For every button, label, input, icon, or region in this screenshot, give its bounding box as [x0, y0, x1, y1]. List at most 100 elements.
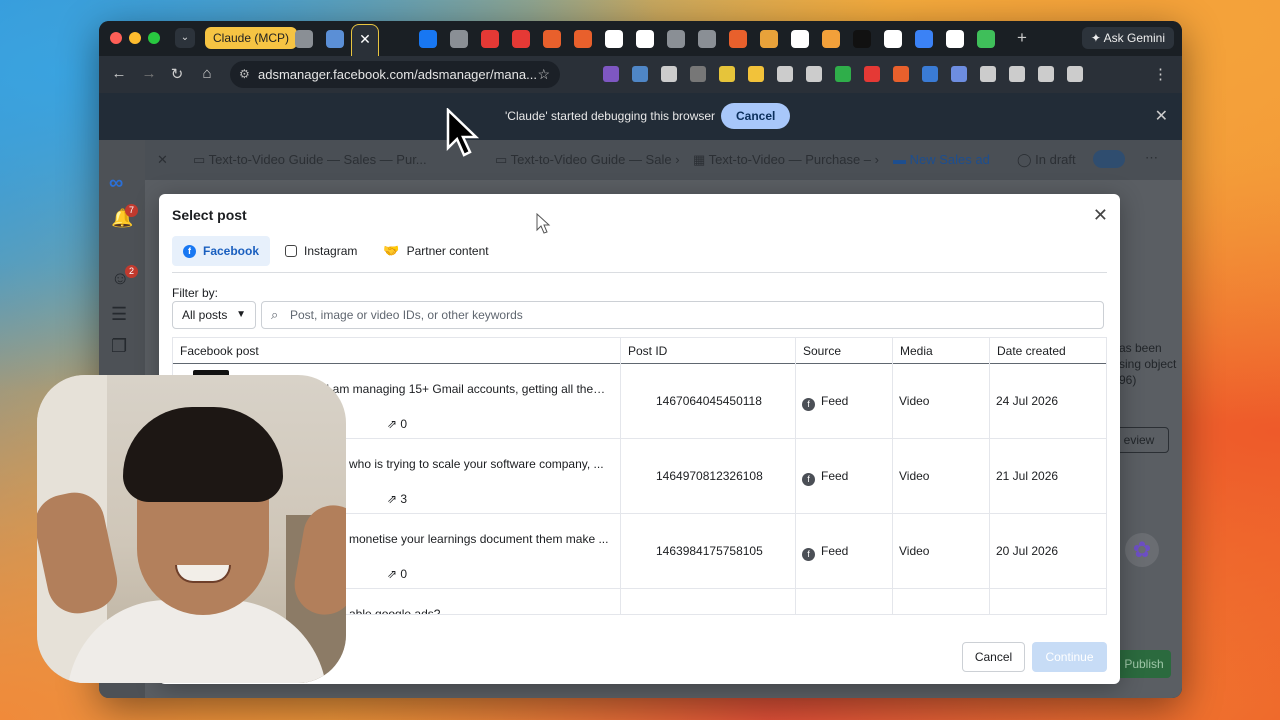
- extension-icon[interactable]: [980, 66, 996, 82]
- date-cell: 21 Jul 2026: [990, 439, 1106, 513]
- tab-favicon-icon[interactable]: [450, 30, 468, 48]
- extension-icon[interactable]: [632, 66, 648, 82]
- filter-label: Filter by:: [172, 286, 219, 300]
- ask-gemini-button[interactable]: ✦ Ask Gemini: [1081, 27, 1174, 49]
- post-id-cell: 1463984175758105: [621, 514, 796, 588]
- breadcrumb-adset[interactable]: ▦ Text-to-Video — Purchase – ›: [693, 152, 879, 168]
- side-text-2: sing object: [1119, 357, 1177, 371]
- close-window-button[interactable]: [110, 32, 122, 44]
- tab-favicon-icon[interactable]: [946, 30, 964, 48]
- home-icon[interactable]: ⌂: [197, 65, 217, 82]
- share-count: ⇗ 0: [387, 417, 407, 431]
- column-date-created[interactable]: Date created: [990, 338, 1106, 364]
- extension-icon[interactable]: [1038, 66, 1054, 82]
- back-icon[interactable]: ←: [109, 65, 129, 82]
- extension-icon[interactable]: [864, 66, 880, 82]
- new-tab-button[interactable]: +: [1017, 28, 1027, 48]
- share-icon: ⇗: [387, 567, 398, 581]
- column-facebook-post[interactable]: Facebook post: [173, 338, 621, 364]
- breadcrumb-ad[interactable]: ▬ New Sales ad: [893, 152, 990, 167]
- extension-icon[interactable]: [603, 66, 619, 82]
- extension-icon[interactable]: [893, 66, 909, 82]
- post-id-cell: 1464970812326108: [621, 439, 796, 513]
- tab-close-icon[interactable]: ✕: [351, 24, 379, 56]
- tab-instagram[interactable]: Instagram: [274, 236, 368, 266]
- maximize-window-button[interactable]: [148, 32, 160, 44]
- tab-favicon-icon[interactable]: [543, 30, 561, 48]
- share-count: ⇗ 3: [387, 492, 407, 506]
- tab-favicon-icon[interactable]: [853, 30, 871, 48]
- source-value-wrap: f Feed: [802, 394, 848, 411]
- breadcrumb-campaign[interactable]: ▭ Text-to-Video Guide — Sales — Pur...: [193, 152, 427, 168]
- breadcrumb-campaign-2[interactable]: ▭ Text-to-Video Guide — Sale ›: [495, 152, 680, 168]
- address-bar[interactable]: ⚙ adsmanager.facebook.com/adsmanager/man…: [230, 61, 560, 88]
- tab-favicon-icon[interactable]: [605, 30, 623, 48]
- tab-favicon-icon[interactable]: [512, 30, 530, 48]
- tab-favicon-icon[interactable]: [636, 30, 654, 48]
- modal-close-icon[interactable]: ✕: [1093, 205, 1108, 226]
- tab-facebook[interactable]: f Facebook: [172, 236, 271, 266]
- extension-icon[interactable]: [1067, 66, 1083, 82]
- tab-favicon-icon[interactable]: [884, 30, 902, 48]
- extension-icon[interactable]: [806, 66, 822, 82]
- source-cell: f Feed: [796, 439, 893, 513]
- forward-icon[interactable]: →: [139, 65, 159, 82]
- bookmark-star-icon[interactable]: ☆: [537, 61, 550, 88]
- source-cell: f Feed: [796, 514, 893, 588]
- tab-favicon-icon[interactable]: [419, 30, 437, 48]
- tab-favicon-icon[interactable]: [791, 30, 809, 48]
- table-icon[interactable]: ☰: [111, 304, 133, 326]
- webcam-overlay: [37, 375, 346, 683]
- pages-icon[interactable]: ❐: [111, 336, 133, 358]
- extension-icon[interactable]: [1009, 66, 1025, 82]
- minimize-window-button[interactable]: [129, 32, 141, 44]
- post-search-input[interactable]: ⌕ Post, image or video IDs, or other key…: [261, 301, 1104, 329]
- meta-logo-icon[interactable]: ∞: [109, 172, 123, 195]
- extension-icon[interactable]: [951, 66, 967, 82]
- extension-icon[interactable]: [835, 66, 851, 82]
- tab-favicon-icon[interactable]: [822, 30, 840, 48]
- post-id: 1467064045450118: [656, 394, 762, 408]
- search-placeholder: Post, image or video IDs, or other keywo…: [290, 308, 523, 322]
- more-options-icon[interactable]: ⋯: [1145, 150, 1158, 166]
- publish-button[interactable]: Publish: [1117, 650, 1171, 678]
- tab-favicon-icon[interactable]: [977, 30, 995, 48]
- media-cell: [893, 589, 990, 614]
- date-cell: [990, 589, 1106, 614]
- draft-toggle[interactable]: [1093, 150, 1125, 168]
- tab-search-button[interactable]: ⌄: [175, 28, 195, 48]
- cancel-button[interactable]: Cancel: [962, 642, 1025, 672]
- reload-icon[interactable]: ↻: [167, 65, 187, 83]
- source-value-wrap: f Feed: [802, 469, 848, 486]
- browser-menu-icon[interactable]: ⋮: [1153, 65, 1168, 83]
- extension-icon[interactable]: [748, 66, 764, 82]
- extension-icon[interactable]: [777, 66, 793, 82]
- tab-group-label[interactable]: Claude (MCP): [205, 27, 298, 49]
- column-post-id[interactable]: Post ID: [621, 338, 796, 364]
- tab-favicon-icon[interactable]: [760, 30, 778, 48]
- tab-favicon-icon[interactable]: [667, 30, 685, 48]
- tab-favicon-icon[interactable]: [481, 30, 499, 48]
- column-source[interactable]: Source: [796, 338, 893, 364]
- extension-icon[interactable]: [922, 66, 938, 82]
- facebook-icon: f: [802, 548, 815, 561]
- tab-favicon-icon[interactable]: [915, 30, 933, 48]
- assistant-icon[interactable]: ✿: [1125, 533, 1159, 567]
- extension-icon[interactable]: [661, 66, 677, 82]
- tab-favicon-icon[interactable]: [574, 30, 592, 48]
- infobar-close-icon[interactable]: ✕: [1155, 106, 1168, 126]
- continue-button[interactable]: Continue: [1032, 642, 1107, 672]
- close-editor-icon[interactable]: ✕: [157, 152, 168, 168]
- debug-cancel-button[interactable]: Cancel: [721, 103, 791, 129]
- tab-favicon-icon[interactable]: [698, 30, 716, 48]
- tab-favicon-icon[interactable]: [295, 30, 313, 48]
- share-icon: ⇗: [387, 417, 398, 431]
- post-filter-select[interactable]: All posts ▼: [172, 301, 256, 329]
- column-media[interactable]: Media: [893, 338, 990, 364]
- tab-partner-content[interactable]: 🤝 Partner content: [372, 236, 499, 266]
- extension-icon[interactable]: [690, 66, 706, 82]
- tab-favicon-icon[interactable]: [326, 30, 344, 48]
- extension-icon[interactable]: [719, 66, 735, 82]
- site-info-icon[interactable]: ⚙: [239, 61, 250, 88]
- tab-favicon-icon[interactable]: [729, 30, 747, 48]
